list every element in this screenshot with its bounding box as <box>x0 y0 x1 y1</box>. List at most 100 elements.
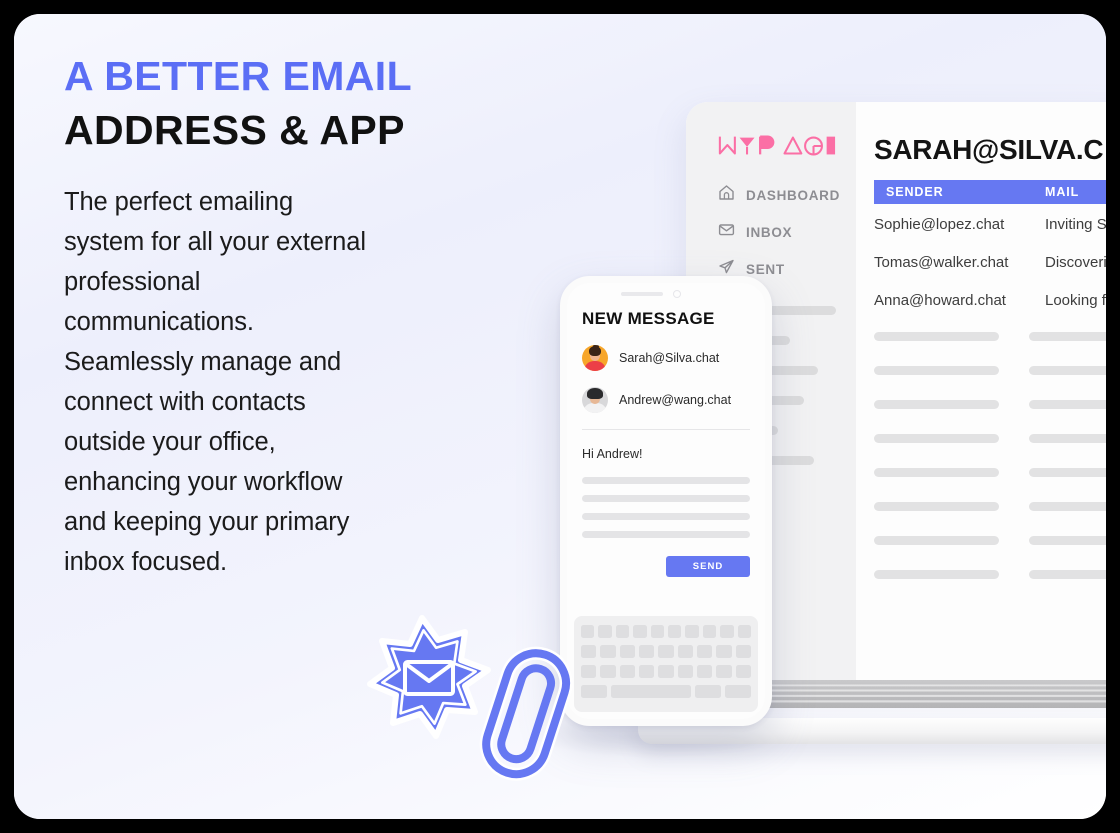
key[interactable] <box>737 625 752 638</box>
key[interactable] <box>696 645 713 658</box>
key[interactable] <box>720 625 734 638</box>
camera-icon <box>673 290 681 298</box>
mailbox-title: SARAH@SILVA.C <box>874 134 1104 165</box>
placeholder-line <box>582 531 750 538</box>
headline-line-2: ADDRESS & APP <box>64 106 405 153</box>
key[interactable] <box>639 645 655 658</box>
recipient-row[interactable]: Sarah@Silva.chat <box>582 345 750 371</box>
cell-mail: Inviting Sa <box>1045 215 1106 233</box>
placeholder-bar <box>1029 502 1106 511</box>
key[interactable] <box>639 665 655 678</box>
key[interactable] <box>735 645 751 658</box>
placeholder-bar <box>1029 434 1106 443</box>
placeholder-bar <box>1029 468 1106 477</box>
placeholder-row <box>874 434 1106 443</box>
sidebar-item-dashboard[interactable]: DASHBOARD <box>718 184 839 206</box>
key[interactable] <box>668 625 682 638</box>
key[interactable] <box>658 665 674 678</box>
onscreen-keyboard[interactable] <box>574 616 758 712</box>
app-main: SARAH@SILVA.C SENDER MAIL Sophie@lopez.c… <box>856 102 1106 682</box>
placeholder-row <box>874 332 1106 341</box>
divider <box>582 429 750 430</box>
table-row[interactable]: Sophie@lopez.chat Inviting Sa <box>874 206 1106 242</box>
key[interactable] <box>619 645 635 658</box>
placeholder-line <box>582 495 750 502</box>
placeholder-bar <box>1029 332 1106 341</box>
key[interactable] <box>658 645 674 658</box>
key[interactable] <box>600 665 616 678</box>
key[interactable] <box>650 625 664 638</box>
recipient-row[interactable]: Andrew@wang.chat <box>582 387 750 413</box>
key[interactable] <box>696 665 713 678</box>
column-header-mail: MAIL <box>1045 185 1080 199</box>
compose-title: NEW MESSAGE <box>582 309 715 328</box>
key[interactable] <box>725 685 751 698</box>
sidebar-item-label: INBOX <box>746 224 793 240</box>
key[interactable] <box>619 665 635 678</box>
placeholder-row <box>874 536 1106 545</box>
send-button[interactable]: SEND <box>666 556 750 577</box>
key[interactable] <box>735 665 751 678</box>
mypage-logo <box>718 128 836 158</box>
key-space[interactable] <box>610 685 692 698</box>
message-placeholder-lines <box>582 477 750 538</box>
sidebar-item-label: SENT <box>746 261 785 277</box>
placeholder-row <box>874 366 1106 375</box>
key[interactable] <box>716 645 732 658</box>
starburst-envelope-badge <box>367 615 491 739</box>
key[interactable] <box>677 645 693 658</box>
cell-mail: Discoverin <box>1045 253 1106 271</box>
body-paragraph: The perfect emailing system for all your… <box>64 187 366 576</box>
placeholder-bar <box>874 434 999 443</box>
avatar <box>582 345 608 371</box>
compose-screen: NEW MESSAGE Sarah@Silva.chat Andrew@wang… <box>567 305 765 577</box>
copy-block: A BETTER EMAIL ADDRESS & APP The perfect… <box>64 53 494 582</box>
placeholder-line <box>582 477 750 484</box>
key[interactable] <box>615 625 630 638</box>
placeholder-bar <box>874 400 999 409</box>
message-greeting: Hi Andrew! <box>582 447 643 461</box>
recipient-address: Andrew@wang.chat <box>619 393 732 407</box>
key[interactable] <box>677 665 693 678</box>
decorative-badges <box>362 610 592 819</box>
sidebar-nav: DASHBOARD INBOX SENT <box>718 184 839 280</box>
placeholder-bar <box>1029 536 1106 545</box>
keyboard-row <box>581 665 751 678</box>
cell-sender: Tomas@walker.chat <box>874 253 1009 271</box>
placeholder-row <box>874 468 1106 477</box>
send-row: SEND <box>582 556 750 577</box>
key[interactable] <box>716 665 732 678</box>
key[interactable] <box>695 685 722 698</box>
column-header-sender: SENDER <box>886 185 944 199</box>
key[interactable] <box>702 625 717 638</box>
placeholder-bar <box>874 536 999 545</box>
key[interactable] <box>600 645 616 658</box>
placeholder-bar <box>874 468 999 477</box>
cell-mail: Looking fo <box>1045 291 1106 309</box>
placeholder-line <box>582 513 750 520</box>
mail-table-header: SENDER MAIL <box>874 180 1106 204</box>
key[interactable] <box>685 625 699 638</box>
table-row[interactable]: Tomas@walker.chat Discoverin <box>874 244 1106 280</box>
sidebar-item-inbox[interactable]: INBOX <box>718 221 836 243</box>
key[interactable] <box>633 625 647 638</box>
placeholder-bar <box>1029 366 1106 375</box>
placeholder-row <box>874 570 1106 579</box>
headline-line-1: A BETTER EMAIL <box>64 53 413 99</box>
keyboard-row <box>581 685 751 698</box>
key[interactable] <box>598 625 612 638</box>
mail-placeholder-rows <box>874 332 1106 579</box>
placeholder-bar <box>1029 570 1106 579</box>
keyboard-row <box>581 645 751 658</box>
placeholder-bar <box>874 366 999 375</box>
placeholder-bar <box>1029 400 1106 409</box>
keyboard-row <box>580 625 752 638</box>
paperclip-badge <box>479 646 573 781</box>
avatar <box>582 387 608 413</box>
table-row[interactable]: Anna@howard.chat Looking fo <box>874 282 1106 318</box>
promo-card: A BETTER EMAIL ADDRESS & APP The perfect… <box>14 14 1106 819</box>
cell-sender: Sophie@lopez.chat <box>874 215 1005 233</box>
home-icon <box>718 184 735 206</box>
cell-sender: Anna@howard.chat <box>874 291 1006 309</box>
placeholder-row <box>874 502 1106 511</box>
